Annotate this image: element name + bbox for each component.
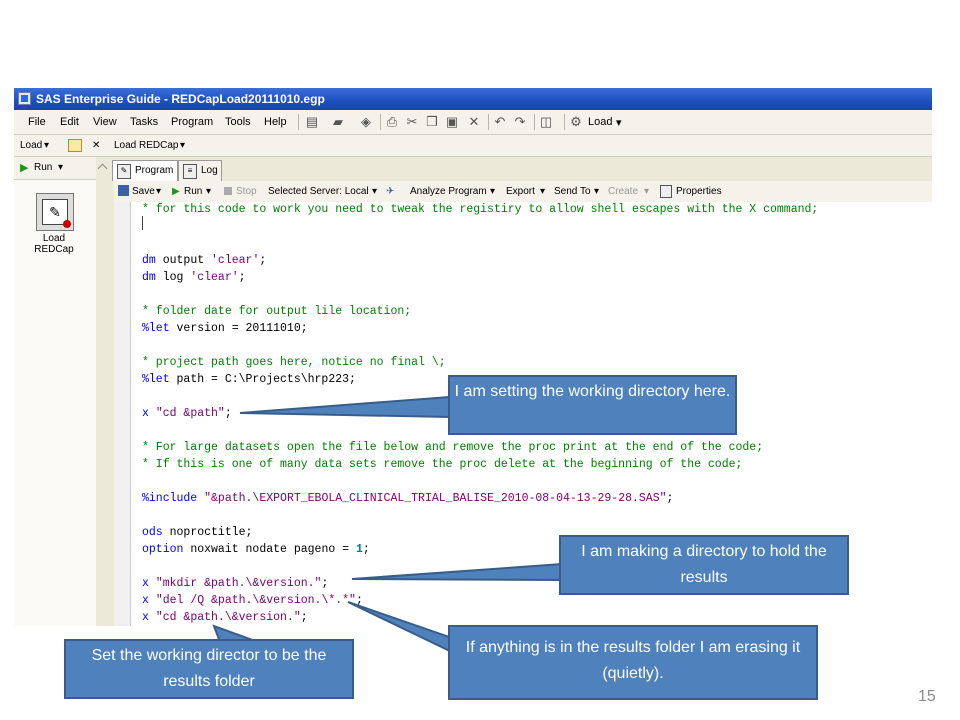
callout-pointer-working-dir [239, 395, 451, 419]
callout-working-dir: I am setting the working directory here. [448, 375, 737, 435]
page-number: 15 [918, 688, 936, 705]
callout-pointer-erase [347, 601, 453, 654]
callout-mkdir: I am making a directory to hold the resu… [559, 535, 849, 595]
callout-erase: If anything is in the results folder I a… [448, 625, 818, 700]
callout-pointer-mkdir [351, 562, 564, 582]
callout-results-dir: Set the working director to be the resul… [64, 639, 354, 699]
callout-arrows [212, 395, 564, 654]
